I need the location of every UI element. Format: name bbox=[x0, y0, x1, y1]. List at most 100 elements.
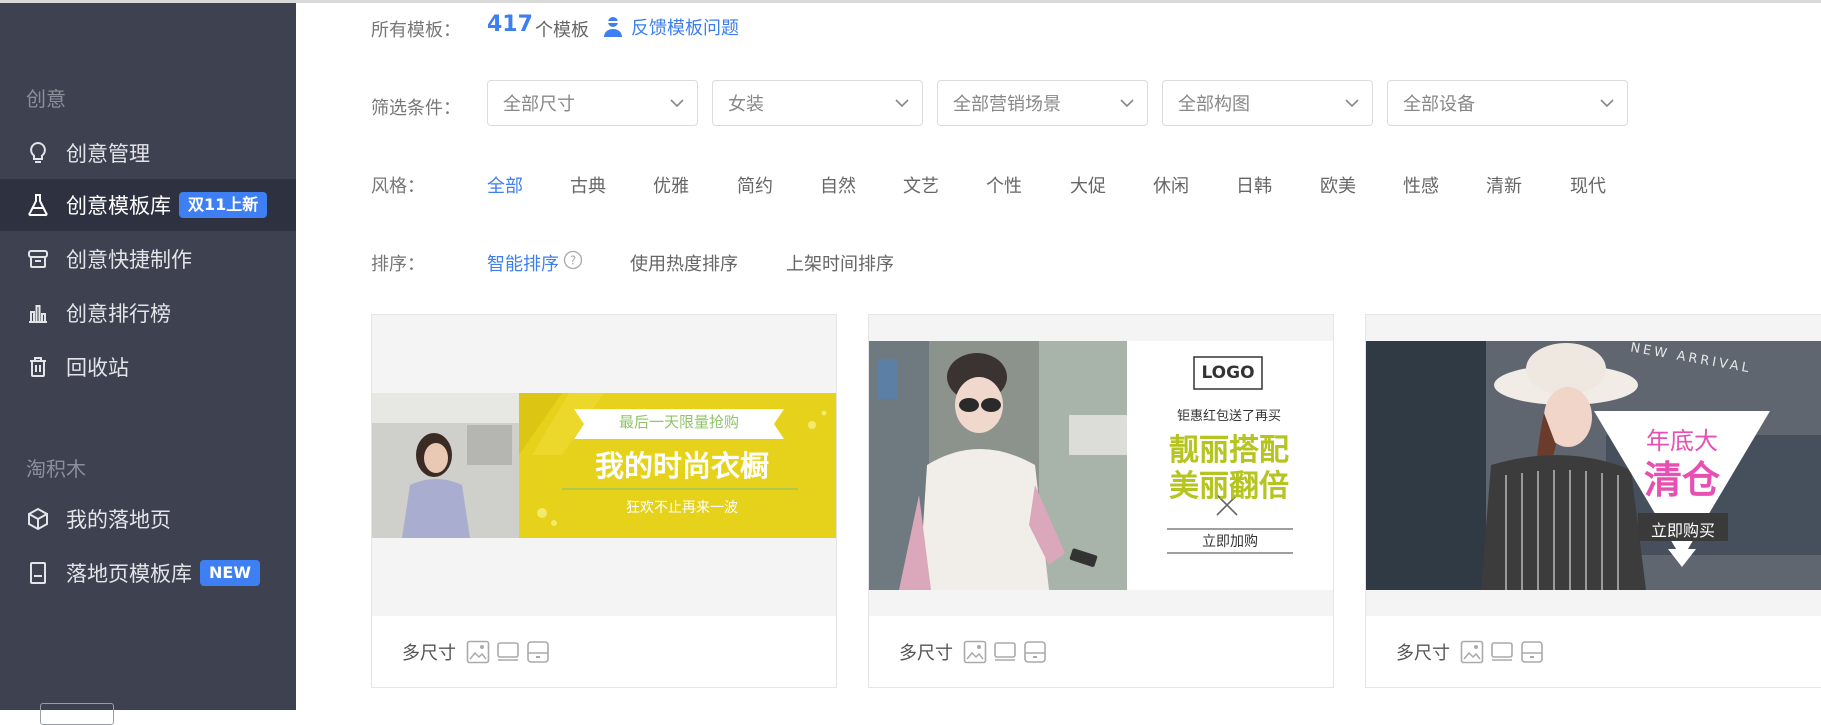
sidebar-item-quick-make[interactable]: 创意快捷制作 bbox=[0, 233, 296, 285]
sidebar-item-landing-template-library[interactable]: 落地页模板库 NEW bbox=[0, 547, 296, 599]
chevron-down-icon bbox=[1345, 99, 1359, 108]
card-footer: 多尺寸 bbox=[1366, 616, 1821, 688]
lightbulb-icon bbox=[26, 141, 50, 165]
select-value: 女装 bbox=[728, 94, 764, 115]
sidebar-section-title-creative: 创意 bbox=[26, 87, 66, 111]
template-count: 417 bbox=[487, 12, 533, 37]
flask-icon bbox=[26, 193, 50, 217]
sidebar-item-label: 回收站 bbox=[66, 356, 129, 380]
style-option[interactable]: 休闲 bbox=[1153, 172, 1189, 198]
chevron-down-icon bbox=[670, 99, 684, 108]
style-option[interactable]: 欧美 bbox=[1320, 172, 1356, 198]
style-option[interactable]: 个性 bbox=[986, 172, 1022, 198]
chevron-down-icon bbox=[1600, 99, 1614, 108]
sidebar-item-label: 我的落地页 bbox=[66, 508, 171, 532]
feedback-link-label: 反馈模板问题 bbox=[631, 18, 739, 39]
quick-make-icon bbox=[26, 247, 50, 271]
sort-option-popularity[interactable]: 使用热度排序 bbox=[630, 250, 738, 276]
sidebar-item-template-library[interactable]: 创意模板库 双11上新 bbox=[0, 179, 296, 231]
sidebar-item-label: 创意管理 bbox=[66, 142, 150, 166]
help-icon[interactable]: ? bbox=[563, 250, 583, 270]
style-option[interactable]: 古典 bbox=[570, 172, 606, 198]
desktop-icon bbox=[994, 642, 1016, 661]
style-option[interactable]: 优雅 bbox=[653, 172, 689, 198]
template-count-unit: 个模板 bbox=[535, 20, 589, 41]
template-card[interactable]: LOGO 钜惠红包送了再买 靓丽搭配 美丽翻倍 立即加购 多尺寸 bbox=[868, 314, 1334, 688]
sidebar: 创意 创意管理 创意模板库 双11上新 创意快捷制作 创意排行榜 回收站 淘积木 bbox=[0, 3, 296, 725]
card-footer: 多尺寸 bbox=[372, 616, 836, 688]
banner-line2-text: 清仓 bbox=[1643, 458, 1720, 502]
banner-logo-text: LOGO bbox=[1201, 363, 1255, 383]
mobile-icon bbox=[1521, 641, 1543, 663]
new-badge: NEW bbox=[200, 560, 260, 586]
template-preview[interactable]: 最后一天限量抢购 我的时尚衣橱 狂欢不止再来一波 bbox=[372, 315, 836, 616]
style-label: 风格： bbox=[371, 176, 425, 197]
sidebar-item-label: 创意模板库 bbox=[66, 194, 171, 218]
trash-icon bbox=[26, 355, 50, 379]
sort-option-smart[interactable]: 智能排序 bbox=[487, 250, 559, 276]
sidebar-item-creative-management[interactable]: 创意管理 bbox=[0, 127, 296, 179]
banner-ribbon-text: 最后一天限量抢购 bbox=[618, 413, 739, 431]
chevron-down-icon bbox=[895, 99, 909, 108]
style-option[interactable]: 简约 bbox=[737, 172, 773, 198]
page-template-icon bbox=[26, 561, 50, 585]
banner-subtitle-text: 狂欢不止再来一波 bbox=[626, 500, 738, 516]
scene-select[interactable]: 全部营销场景 bbox=[937, 80, 1148, 126]
image-icon bbox=[466, 640, 490, 664]
style-option[interactable]: 自然 bbox=[820, 172, 856, 198]
style-option[interactable]: 现代 bbox=[1570, 172, 1606, 198]
select-value: 全部构图 bbox=[1178, 94, 1250, 115]
template-card[interactable]: NEW ARRIVAL 年底大 清仓 立即购买 多尺寸 bbox=[1365, 314, 1821, 688]
banner-title-text: 我的时尚衣橱 bbox=[594, 449, 769, 483]
sidebar-section-title-taojimu: 淘积木 bbox=[26, 457, 86, 481]
select-value: 全部设备 bbox=[1403, 94, 1475, 115]
select-value: 全部营销场景 bbox=[953, 94, 1061, 115]
composition-select[interactable]: 全部构图 bbox=[1162, 80, 1373, 126]
style-option[interactable]: 日韩 bbox=[1236, 172, 1272, 198]
mobile-icon bbox=[1024, 641, 1046, 663]
banner-button-text: 立即购买 bbox=[1650, 521, 1715, 540]
feedback-link[interactable]: 反馈模板问题 bbox=[603, 14, 739, 40]
card-footer: 多尺寸 bbox=[869, 616, 1333, 688]
banner-line1-text: 钜惠红包送了再买 bbox=[1176, 409, 1281, 424]
size-select[interactable]: 全部尺寸 bbox=[487, 80, 698, 126]
chevron-down-icon bbox=[1120, 99, 1134, 108]
template-card[interactable]: 最后一天限量抢购 我的时尚衣橱 狂欢不止再来一波 多尺寸 bbox=[371, 314, 837, 688]
svg-text:?: ? bbox=[570, 254, 576, 268]
mobile-icon bbox=[527, 641, 549, 663]
style-option-all[interactable]: 全部 bbox=[487, 172, 523, 198]
sidebar-item-label: 创意排行榜 bbox=[66, 302, 171, 326]
sidebar-item-recycle-bin[interactable]: 回收站 bbox=[0, 341, 296, 393]
image-icon bbox=[1460, 640, 1484, 664]
cube-icon bbox=[26, 507, 50, 531]
image-icon bbox=[963, 640, 987, 664]
sidebar-bottom-control[interactable] bbox=[40, 703, 114, 725]
sidebar-item-label: 落地页模板库 bbox=[66, 562, 192, 586]
sidebar-item-my-landing-page[interactable]: 我的落地页 bbox=[0, 493, 296, 545]
banner-line3-text: 美丽翻倍 bbox=[1169, 469, 1289, 504]
multi-size-label: 多尺寸 bbox=[402, 643, 456, 664]
sort-label: 排序： bbox=[371, 254, 425, 275]
device-select[interactable]: 全部设备 bbox=[1387, 80, 1628, 126]
style-option[interactable]: 大促 bbox=[1070, 172, 1106, 198]
style-option[interactable]: 文艺 bbox=[903, 172, 939, 198]
desktop-icon bbox=[497, 642, 519, 661]
style-option[interactable]: 性感 bbox=[1403, 172, 1439, 198]
desktop-icon bbox=[1491, 642, 1513, 661]
category-select[interactable]: 女装 bbox=[712, 80, 923, 126]
template-preview[interactable]: NEW ARRIVAL 年底大 清仓 立即购买 bbox=[1366, 315, 1821, 616]
sidebar-item-label: 创意快捷制作 bbox=[66, 248, 192, 272]
double11-badge: 双11上新 bbox=[179, 192, 268, 218]
all-templates-label: 所有模板： bbox=[371, 20, 461, 41]
multi-size-label: 多尺寸 bbox=[899, 643, 953, 664]
user-feedback-icon bbox=[604, 17, 622, 37]
template-preview[interactable]: LOGO 钜惠红包送了再买 靓丽搭配 美丽翻倍 立即加购 bbox=[869, 315, 1333, 616]
bar-chart-icon bbox=[26, 301, 50, 325]
sort-option-newest[interactable]: 上架时间排序 bbox=[786, 250, 894, 276]
sidebar-item-ranking[interactable]: 创意排行榜 bbox=[0, 287, 296, 339]
style-option[interactable]: 清新 bbox=[1486, 172, 1522, 198]
select-value: 全部尺寸 bbox=[503, 94, 575, 115]
multi-size-label: 多尺寸 bbox=[1396, 643, 1450, 664]
filter-label: 筛选条件： bbox=[371, 98, 461, 119]
banner-button-text: 立即加购 bbox=[1202, 534, 1258, 550]
